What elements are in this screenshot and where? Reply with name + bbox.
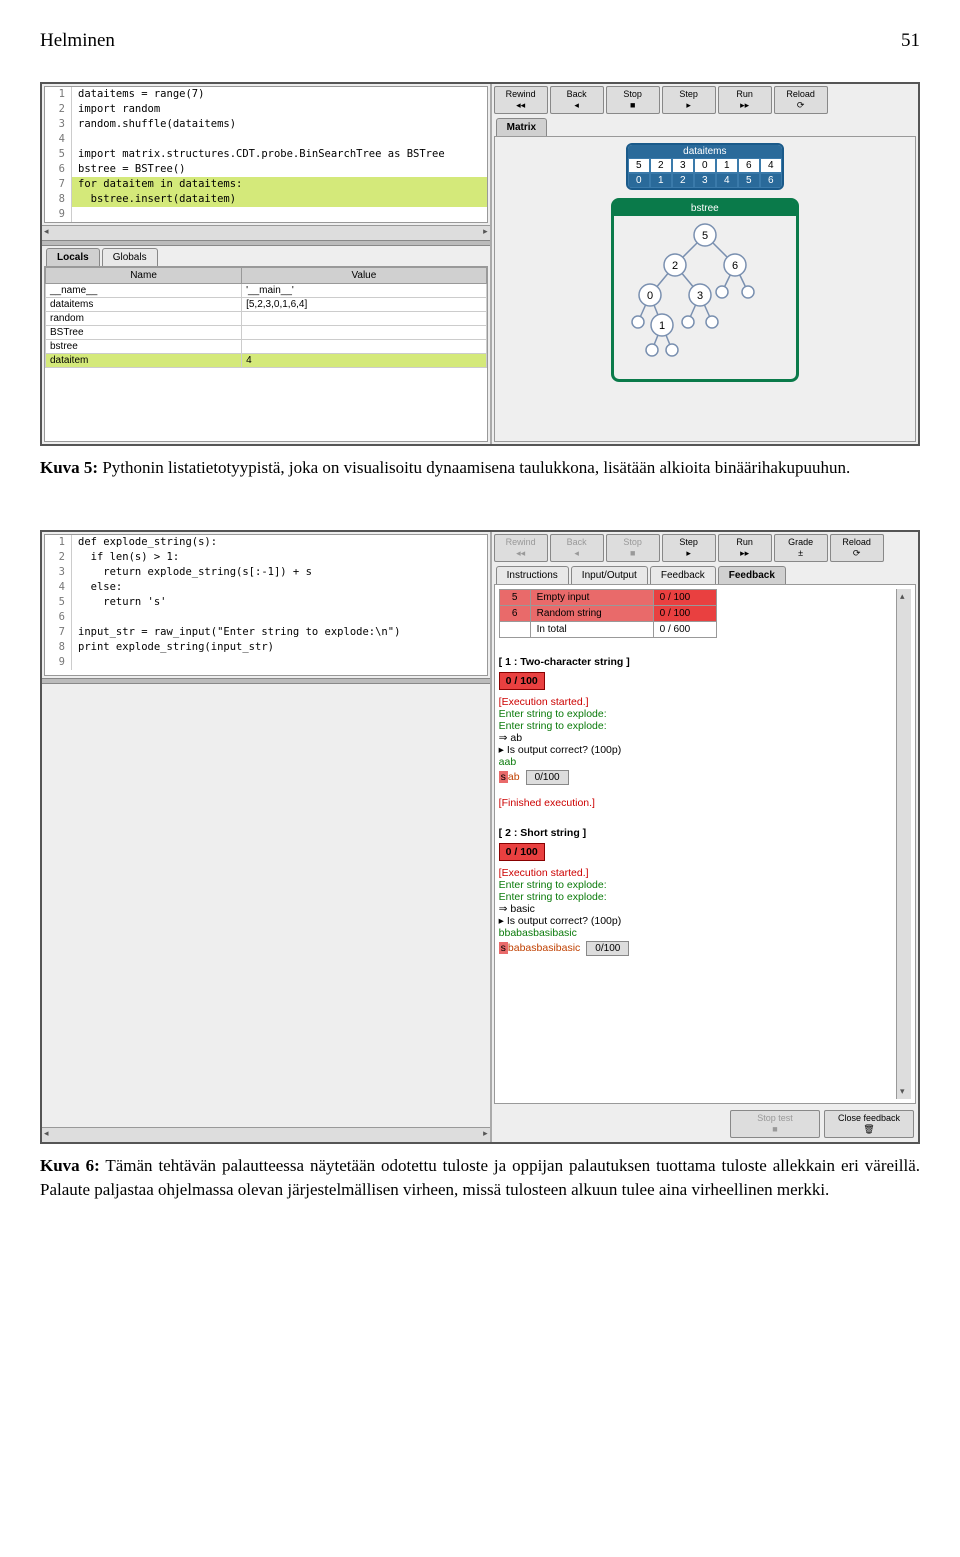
run-button[interactable]: Run▸▸ (718, 86, 772, 114)
stop-button[interactable]: Stop■ (606, 86, 660, 114)
feedback-area: 5Empty input0 / 1006Random string0 / 100… (494, 584, 916, 1104)
table-row: In total0 / 600 (499, 621, 716, 637)
svg-text:2: 2 (672, 260, 678, 272)
table-row: random (46, 312, 487, 326)
stop-button[interactable]: Stop■ (606, 534, 660, 562)
step-button[interactable]: Step▸ (662, 534, 716, 562)
toolbar: Rewind◂◂Back◂Stop■Step▸Run▸▸Grade±Reload… (492, 532, 918, 564)
rewind-button[interactable]: Rewind◂◂ (494, 86, 548, 114)
svg-text:0: 0 (647, 290, 653, 302)
scrollbar-horizontal[interactable] (42, 225, 490, 240)
table-row: dataitem4 (46, 354, 487, 368)
table-row: __name__'__main__' (46, 284, 487, 298)
tree-box: bstree 5 2 6 0 3 1 (611, 198, 799, 382)
toolbar: Rewind◂◂Back◂Stop■Step▸Run▸▸Reload⟳ (492, 84, 918, 116)
page-number: 51 (901, 30, 920, 52)
caption-1: Kuva 5: Pythonin listatietotyypistä, jok… (40, 456, 920, 480)
visualization-area: dataitems 52301640123456 bstree 5 2 6 0 … (494, 136, 916, 442)
reload-button[interactable]: Reload⟳ (830, 534, 884, 562)
test-block-2: [ 2 : Short string ] 0 / 100 [Execution … (499, 827, 896, 956)
tab-feedback[interactable]: Input/Output (571, 566, 648, 584)
figure-2: 1def explode_string(s):2 if len(s) > 1:3… (40, 530, 920, 1144)
svg-text:3: 3 (697, 290, 703, 302)
tab-feedback[interactable]: Instructions (496, 566, 569, 584)
svg-text:1: 1 (659, 320, 665, 332)
step-button[interactable]: Step▸ (662, 86, 716, 114)
page-header: Helminen 51 (40, 30, 920, 52)
array-box: dataitems 52301640123456 (626, 143, 784, 190)
code-editor[interactable]: 1def explode_string(s):2 if len(s) > 1:3… (44, 534, 488, 676)
tab-globals[interactable]: Globals (102, 248, 158, 266)
test-block-1: [ 1 : Two-character string ] 0 / 100 [Ex… (499, 656, 896, 809)
svg-text:5: 5 (702, 230, 708, 242)
tab-feedback[interactable]: Feedback (718, 566, 786, 584)
figure-1: 1dataitems = range(7)2import random3rand… (40, 82, 920, 446)
score-badge: 0 / 100 (499, 843, 545, 861)
table-row: BSTree (46, 326, 487, 340)
trash-icon: 🗑 (829, 1124, 909, 1135)
score-badge: 0 / 100 (499, 672, 545, 690)
stop-test-button[interactable]: Stop test■ (730, 1110, 820, 1138)
run-button[interactable]: Run▸▸ (718, 534, 772, 562)
scrollbar-vertical[interactable] (896, 589, 911, 1099)
close-feedback-button[interactable]: Close feedback🗑 (824, 1110, 914, 1138)
tab-locals[interactable]: Locals (46, 248, 100, 266)
back-button[interactable]: Back◂ (550, 534, 604, 562)
grade-button[interactable]: Grade± (774, 534, 828, 562)
variables-table: NameValue __name__'__main__'dataitems[5,… (44, 266, 488, 442)
svg-text:6: 6 (732, 260, 738, 272)
rewind-button[interactable]: Rewind◂◂ (494, 534, 548, 562)
header-left: Helminen (40, 30, 115, 52)
tree-svg: 5 2 6 0 3 1 (620, 220, 790, 370)
scrollbar-horizontal[interactable] (42, 1127, 490, 1142)
reload-button[interactable]: Reload⟳ (774, 86, 828, 114)
back-button[interactable]: Back◂ (550, 86, 604, 114)
score-table: 5Empty input0 / 1006Random string0 / 100… (499, 589, 717, 638)
table-row: 6Random string0 / 100 (499, 605, 716, 621)
table-row: 5Empty input0 / 100 (499, 589, 716, 605)
tab-feedback[interactable]: Feedback (650, 566, 716, 584)
table-row: bstree (46, 340, 487, 354)
code-editor[interactable]: 1dataitems = range(7)2import random3rand… (44, 86, 488, 223)
tab-matrix[interactable]: Matrix (496, 118, 547, 136)
table-row: dataitems[5,2,3,0,1,6,4] (46, 298, 487, 312)
caption-2: Kuva 6: Tämän tehtävän palautteessa näyt… (40, 1154, 920, 1202)
